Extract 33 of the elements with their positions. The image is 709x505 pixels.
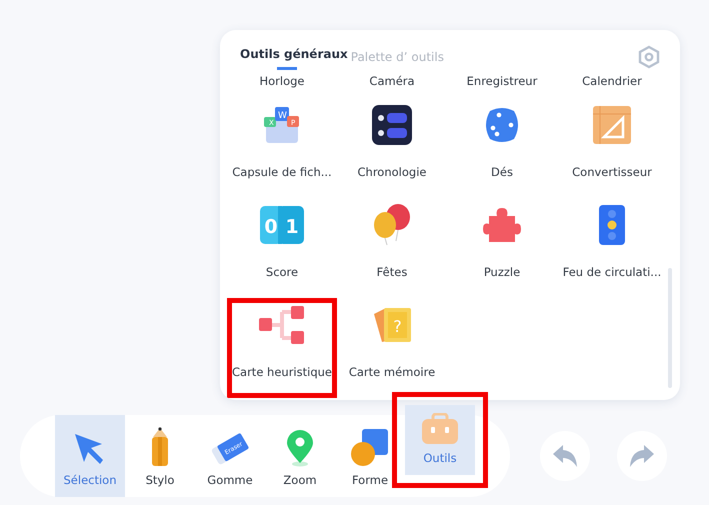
balloons-icon: [372, 203, 412, 247]
redo-icon: [629, 444, 655, 468]
toolbox-icon: [421, 413, 459, 445]
tool-item[interactable]: Chronologie: [337, 98, 447, 198]
shapes-icon: [350, 427, 390, 467]
map-pin-icon: [285, 429, 315, 467]
tool-item[interactable]: Convertisseur: [557, 98, 667, 198]
traffic-light-icon: [599, 205, 625, 245]
undo-button[interactable]: [540, 431, 590, 481]
toolbar-button[interactable]: Outils: [405, 405, 475, 475]
tool-item[interactable]: Dés: [447, 98, 557, 198]
tool-item[interactable]: Enregistreur: [447, 72, 557, 98]
undo-icon: [552, 444, 578, 468]
tool-item[interactable]: Calendrier: [557, 72, 667, 98]
toolbar-button[interactable]: Forme: [335, 415, 405, 497]
tool-item[interactable]: 0 1 Score: [227, 198, 337, 298]
toolbar-button[interactable]: Stylo: [125, 415, 195, 497]
tool-item[interactable]: ? Carte mémoire: [337, 298, 447, 398]
timeline-icon: [372, 105, 412, 145]
toolbar-button[interactable]: Sélection: [55, 415, 125, 497]
tool-item[interactable]: Horloge: [227, 72, 337, 98]
tool-item[interactable]: Carte heuristique: [227, 298, 337, 398]
tool-item[interactable]: Feu de circulati...: [557, 198, 667, 298]
toolbar-button[interactable]: Zoom: [265, 415, 335, 497]
settings-icon[interactable]: [638, 45, 660, 69]
pencil-icon: [149, 427, 171, 467]
set-square-icon: [593, 106, 631, 144]
puzzle-piece-icon: [483, 206, 521, 244]
mind-map-icon: [259, 306, 305, 344]
tool-item[interactable]: Fêtes: [337, 198, 447, 298]
redo-button[interactable]: [617, 431, 667, 481]
tool-item[interactable]: Puzzle: [447, 198, 557, 298]
tool-item[interactable]: Caméra: [337, 72, 447, 98]
